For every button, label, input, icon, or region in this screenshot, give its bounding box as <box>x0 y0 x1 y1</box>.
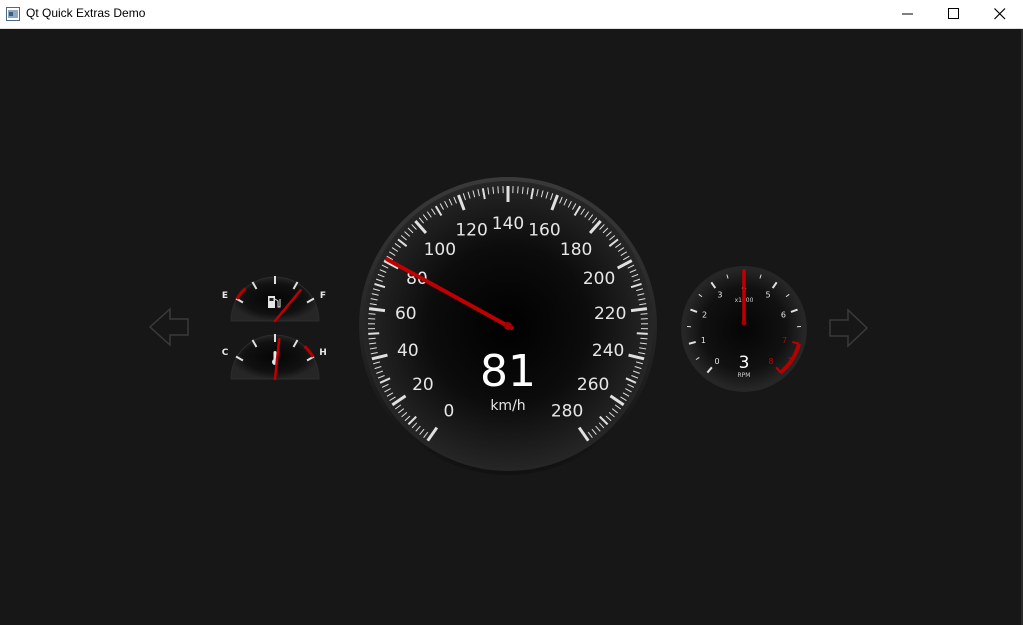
speed-tick-label: 260 <box>577 375 609 395</box>
next-page-button[interactable] <box>829 308 869 348</box>
tach-tick-label: 0 <box>714 357 719 366</box>
speed-tick-label: 280 <box>551 401 583 421</box>
speedometer-hub <box>504 322 512 330</box>
temp-cold-label: C <box>222 348 229 358</box>
speed-tick-label: 220 <box>594 304 626 324</box>
arrow-left-icon <box>148 307 189 347</box>
speedometer: 020406080100120 140 160180200220240260280 … <box>359 177 657 475</box>
speed-tick-label: 140 <box>492 214 524 234</box>
speed-unit-label: km/h <box>490 398 525 414</box>
tach-tick-label: 3 <box>717 291 722 300</box>
arrow-right-icon <box>829 308 869 348</box>
speed-tick-label: 0 <box>444 401 455 421</box>
minimize-button[interactable] <box>885 0 931 28</box>
speed-tick-label: 180 <box>560 240 592 260</box>
speed-tick <box>517 186 519 194</box>
tachometer: 012345678 x1000 3 RPM <box>681 266 807 392</box>
speed-tick-label: 60 <box>395 304 417 324</box>
tach-tick-label: 5 <box>766 291 771 300</box>
maximize-icon <box>948 8 959 19</box>
speed-readout: 81 <box>480 346 536 397</box>
close-icon <box>994 8 1006 20</box>
fuel-empty-label: E <box>222 291 228 301</box>
tach-tick-label: 2 <box>702 311 707 320</box>
temp-hot-label: H <box>319 348 327 358</box>
speed-tick <box>497 186 499 194</box>
speed-tick <box>368 337 376 340</box>
window-app-icon <box>6 6 20 21</box>
tachometer-readout: 3 <box>739 353 750 373</box>
tachometer-unit-label: RPM <box>738 372 751 379</box>
prev-page-button[interactable] <box>148 307 189 347</box>
tachometer-hub <box>741 320 747 326</box>
speed-tick <box>636 332 648 335</box>
speed-tick <box>640 313 648 315</box>
speed-tick-label: 120 <box>455 221 487 241</box>
speed-tick-label: 40 <box>397 341 419 361</box>
window-title: Qt Quick Extras Demo <box>26 6 146 20</box>
speed-tick-label: 200 <box>583 269 615 289</box>
temperature-gauge: C H <box>222 334 327 381</box>
close-button[interactable] <box>977 0 1023 28</box>
fuel-gauge: E F <box>222 276 326 323</box>
tach-tick-label: 1 <box>701 336 706 345</box>
speed-tick <box>368 313 376 315</box>
minimize-icon <box>902 13 913 15</box>
speed-tick-label: 20 <box>412 375 434 395</box>
dashboard-canvas: E F C H 020406080100120 140 160180200220… <box>148 177 869 475</box>
speed-tick <box>630 307 648 313</box>
fuel-full-label: F <box>320 291 326 301</box>
window-titlebar: Qt Quick Extras Demo <box>0 0 1023 29</box>
speed-tick <box>368 332 380 335</box>
maximize-button[interactable] <box>931 0 977 28</box>
tach-tick-label: 8 <box>768 357 773 366</box>
speed-tick-label: 100 <box>424 240 456 260</box>
speed-tick-label: 240 <box>592 341 624 361</box>
speed-tick <box>640 337 648 340</box>
tach-tick-label: 6 <box>781 311 786 320</box>
speed-tick <box>368 307 386 313</box>
tach-tick-label: 7 <box>782 336 787 345</box>
dashboard-area: E F C H 0 20 40 60 80 100 120 140 160 18… <box>0 29 1021 625</box>
speed-tick-label: 160 <box>528 221 560 241</box>
